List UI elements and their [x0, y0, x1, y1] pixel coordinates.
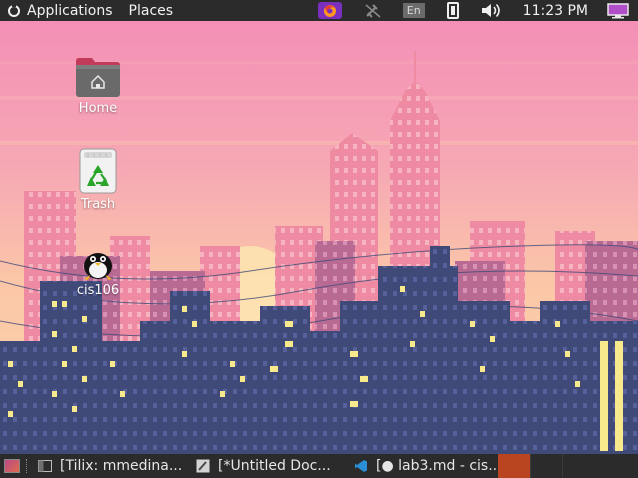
places-menu-button[interactable]: Places [121, 0, 182, 21]
network-disconnected-icon[interactable] [364, 3, 382, 19]
taskbar-item-vscode[interactable]: [● lab3.md - cis... [348, 454, 498, 478]
applications-menu-label: Applications [27, 2, 113, 19]
penguin-folder-icon [80, 246, 116, 280]
workspace-switcher-1[interactable] [498, 454, 530, 478]
firefox-icon[interactable] [317, 2, 342, 19]
text-editor-icon [196, 459, 210, 473]
desktop-icon-label: Home [78, 101, 118, 116]
trash-icon [79, 148, 117, 194]
bottom-panel: [Tilix: mmedina... [*Untitled Doc... [● … [0, 454, 638, 478]
desktop-icon-home[interactable]: Home [58, 56, 138, 116]
clock[interactable]: 11:23 PM [523, 0, 588, 21]
battery-icon[interactable] [446, 2, 459, 19]
taskbar-item-text-editor[interactable]: [*Untitled Doc... [190, 454, 348, 478]
power-icon [8, 2, 20, 17]
top-panel: Applications Places En 11:23 PM [0, 0, 638, 21]
workspace-switcher-3[interactable] [562, 454, 594, 478]
display-settings-icon[interactable] [607, 2, 629, 19]
taskbar-item-label: [Tilix: mmedina... [60, 458, 183, 474]
places-menu-label: Places [128, 2, 174, 19]
taskbar-item-label: [*Untitled Doc... [218, 458, 331, 474]
taskbar-item-tilix[interactable]: [Tilix: mmedina... [32, 454, 190, 478]
applications-menu-button[interactable]: Applications [0, 0, 121, 21]
vscode-icon [354, 459, 368, 473]
terminal-icon [38, 459, 52, 473]
workspace-switcher-2[interactable] [530, 454, 562, 478]
taskbar-item-label: [● lab3.md - cis... [376, 458, 498, 474]
desktop-icon-trash[interactable]: Trash [58, 148, 138, 212]
panel-separator [26, 459, 28, 473]
volume-icon[interactable] [481, 2, 503, 19]
desktop-icon-cis106[interactable]: cis106 [58, 246, 138, 298]
keyboard-layout-indicator[interactable]: En [402, 3, 425, 18]
home-folder-icon [75, 56, 121, 98]
show-desktop-button[interactable] [4, 459, 20, 473]
desktop-icon-label: cis106 [76, 283, 120, 298]
system-tray: En 11:23 PM [317, 0, 638, 21]
desktop-icon-label: Trash [80, 197, 116, 212]
